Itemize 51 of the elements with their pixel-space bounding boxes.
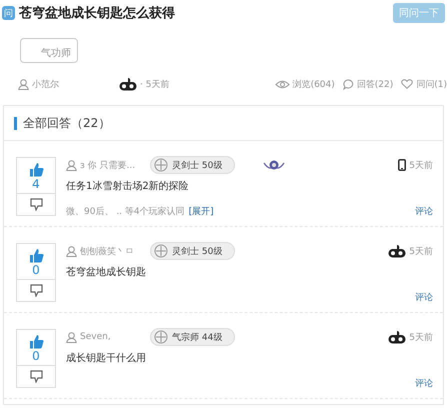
vote-count: 0 <box>32 349 40 363</box>
user-icon <box>66 160 77 170</box>
endorse-text: 微、90后、 .. 等4个玩家认同 <box>66 206 185 218</box>
answer-time: 5天前 <box>409 246 433 258</box>
gamepad-icon <box>388 244 406 258</box>
view-count: 浏览(604) <box>292 78 335 90</box>
heart-icon <box>401 79 414 89</box>
gamepad-icon <box>119 78 137 90</box>
class-badge: 灵剑士 50级 <box>150 242 236 260</box>
answer-text: 任务1冰雪射击场2新的探险 <box>66 180 190 193</box>
user-icon <box>66 332 77 342</box>
vote-count: 4 <box>32 177 40 191</box>
comment-icon <box>342 78 354 90</box>
emblem-icon <box>154 330 168 344</box>
phone-icon <box>398 159 406 171</box>
author-name[interactable]: 小范尔 <box>32 78 59 90</box>
author-name[interactable]: Seven, <box>80 332 111 342</box>
emblem-icon <box>154 244 168 258</box>
question-badge: 问 <box>2 6 15 20</box>
class-badge: 气宗师 44级 <box>150 328 236 346</box>
thumbs-down-icon <box>30 284 42 297</box>
comment-link[interactable]: 评论 <box>415 291 433 304</box>
accent-bar <box>14 116 17 130</box>
thumbs-down-icon <box>30 198 42 211</box>
class-badge: 灵剑士 50级 <box>150 156 236 174</box>
question-title: 苍穹盆地成长钥匙怎么获得 <box>19 4 175 22</box>
gamepad-icon <box>388 330 406 344</box>
ask-button[interactable]: 同问一下 <box>393 3 445 23</box>
answer-time: 5天前 <box>409 160 433 172</box>
user-icon <box>66 246 77 256</box>
expand-link[interactable]: [展开] <box>188 205 214 218</box>
tag[interactable]: 气功师 <box>20 38 78 63</box>
post-time: · 5天前 <box>140 78 170 90</box>
eye-icon <box>274 80 290 88</box>
section-title: 全部回答（22） <box>23 114 110 132</box>
answer-time: 5天前 <box>409 332 433 344</box>
user-icon <box>18 78 29 90</box>
same-question-count: 同问(1) <box>416 78 447 90</box>
thumbs-up-icon <box>28 248 44 263</box>
thumbs-up-icon <box>28 162 44 177</box>
comment-link[interactable]: 评论 <box>415 205 433 218</box>
answer-text: 苍穹盆地成长钥匙 <box>66 266 147 279</box>
author-name[interactable]: з 你 只需要... <box>80 158 136 172</box>
emblem-icon <box>154 158 168 172</box>
comment-link[interactable]: 评论 <box>415 377 433 390</box>
vote-count: 0 <box>32 263 40 277</box>
answer-text: 成长钥匙干什么用 <box>66 352 147 365</box>
thumbs-up-icon <box>28 334 44 349</box>
answer-count: 回答(22) <box>356 78 394 90</box>
author-name[interactable]: 刨刨薇笑丶ㅁ <box>80 244 134 258</box>
thumbs-down-icon <box>30 370 42 383</box>
